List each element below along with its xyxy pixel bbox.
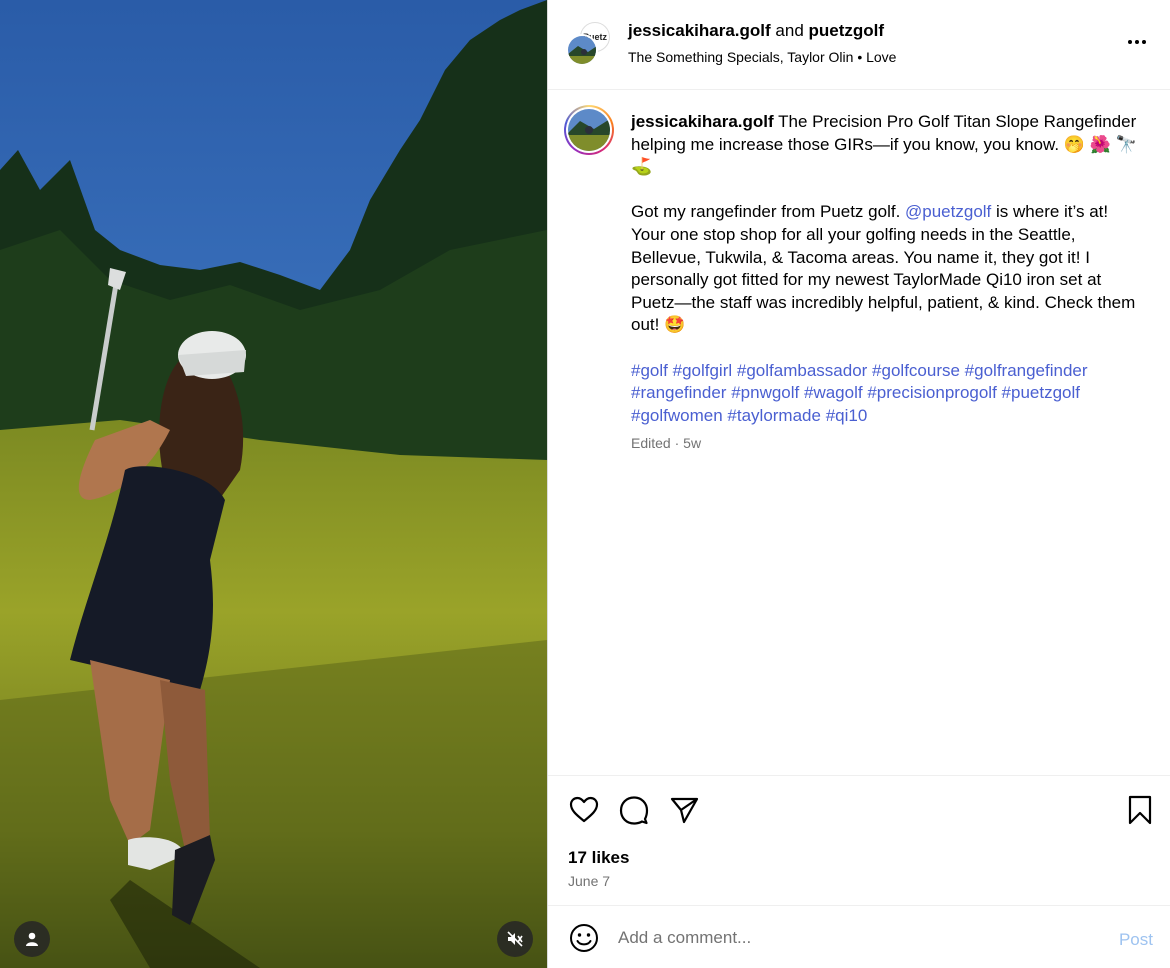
muted-speaker-icon (507, 931, 523, 947)
hashtag[interactable]: #taylormade (727, 406, 821, 425)
hashtag[interactable]: #puetzgolf (1002, 383, 1080, 402)
edited-label: Edited (631, 435, 671, 451)
hashtag[interactable]: #qi10 (826, 406, 868, 425)
caption-paragraph-2: Got my rangefinder from Puetz golf. @pue… (631, 201, 1141, 337)
post-age[interactable]: 5w (683, 435, 701, 451)
header-usernames: jessicakihara.golf and puetzgolf (628, 21, 884, 41)
hashtag[interactable]: #wagolf (804, 383, 863, 402)
caption-avatar[interactable] (564, 105, 614, 155)
hashtag[interactable]: #golfambassador (737, 361, 867, 380)
caption-p2-after: is where it’s at! Your one stop shop for… (631, 202, 1136, 335)
hashtag-list: #golf #golfgirl #golfambassador #golfcou… (631, 360, 1141, 428)
emoji-icon[interactable] (568, 922, 600, 954)
caption-text: jessicakihara.golf The Precision Pro Gol… (631, 111, 1141, 427)
tagged-users-button[interactable] (14, 921, 50, 957)
bookmark-icon[interactable] (1124, 794, 1156, 826)
golfer-photo (0, 0, 547, 968)
comment-input[interactable] (618, 923, 1078, 953)
hashtag[interactable]: #golfrangefinder (965, 361, 1088, 380)
collab-avatars[interactable]: Puetz (566, 22, 612, 68)
collaborator-username-link[interactable]: puetzgolf (809, 21, 885, 40)
hashtag[interactable]: #pnwgolf (731, 383, 799, 402)
joiner-text: and (775, 21, 804, 40)
author-avatar-image (568, 36, 596, 64)
mention-puetzgolf[interactable]: @puetzgolf (905, 202, 991, 221)
hashtag[interactable]: #precisionprogolf (867, 383, 996, 402)
post-comment-button[interactable]: Post (1119, 930, 1153, 950)
person-icon (26, 932, 38, 946)
post-media[interactable] (0, 0, 547, 968)
likes-count[interactable]: 17 likes (568, 848, 629, 868)
share-icon[interactable] (668, 794, 700, 826)
unmute-button[interactable] (497, 921, 533, 957)
heart-icon[interactable] (568, 794, 600, 826)
audio-separator: • (857, 49, 863, 65)
caption-section: jessicakihara.golf The Precision Pro Gol… (548, 91, 1170, 775)
caption-avatar-image (568, 109, 610, 151)
comment-icon[interactable] (618, 794, 650, 826)
comment-bar: Post (548, 905, 1170, 968)
audio-attribution[interactable]: The Something Specials, Taylor Olin • Lo… (628, 49, 896, 65)
hashtag[interactable]: #golfcourse (872, 361, 960, 380)
more-options-button[interactable] (1125, 30, 1149, 54)
hashtag[interactable]: #rangefinder (631, 383, 726, 402)
caption-meta: Edited · 5w (631, 435, 701, 451)
caption-p2-before: Got my rangefinder from Puetz golf. (631, 202, 906, 222)
caption-username[interactable]: jessicakihara.golf (631, 112, 774, 131)
action-bar: 17 likes June 7 (548, 775, 1170, 905)
post-details-panel: Puetz jessicakihara.golf and puetzgolf T… (547, 0, 1170, 968)
author-username-link[interactable]: jessicakihara.golf (628, 21, 771, 40)
caption-paragraph-1: jessicakihara.golf The Precision Pro Gol… (631, 111, 1141, 179)
post-header: Puetz jessicakihara.golf and puetzgolf T… (548, 0, 1170, 90)
hashtag[interactable]: #golf (631, 361, 668, 380)
audio-artist[interactable]: The Something Specials, Taylor Olin (628, 49, 853, 65)
audio-track[interactable]: Love (866, 49, 896, 65)
author-avatar[interactable] (566, 34, 598, 66)
hashtag[interactable]: #golfgirl (673, 361, 733, 380)
more-horizontal-icon (1128, 40, 1146, 44)
hashtag[interactable]: #golfwomen (631, 406, 723, 425)
post-date[interactable]: June 7 (568, 873, 610, 889)
meta-separator: · (674, 435, 680, 451)
